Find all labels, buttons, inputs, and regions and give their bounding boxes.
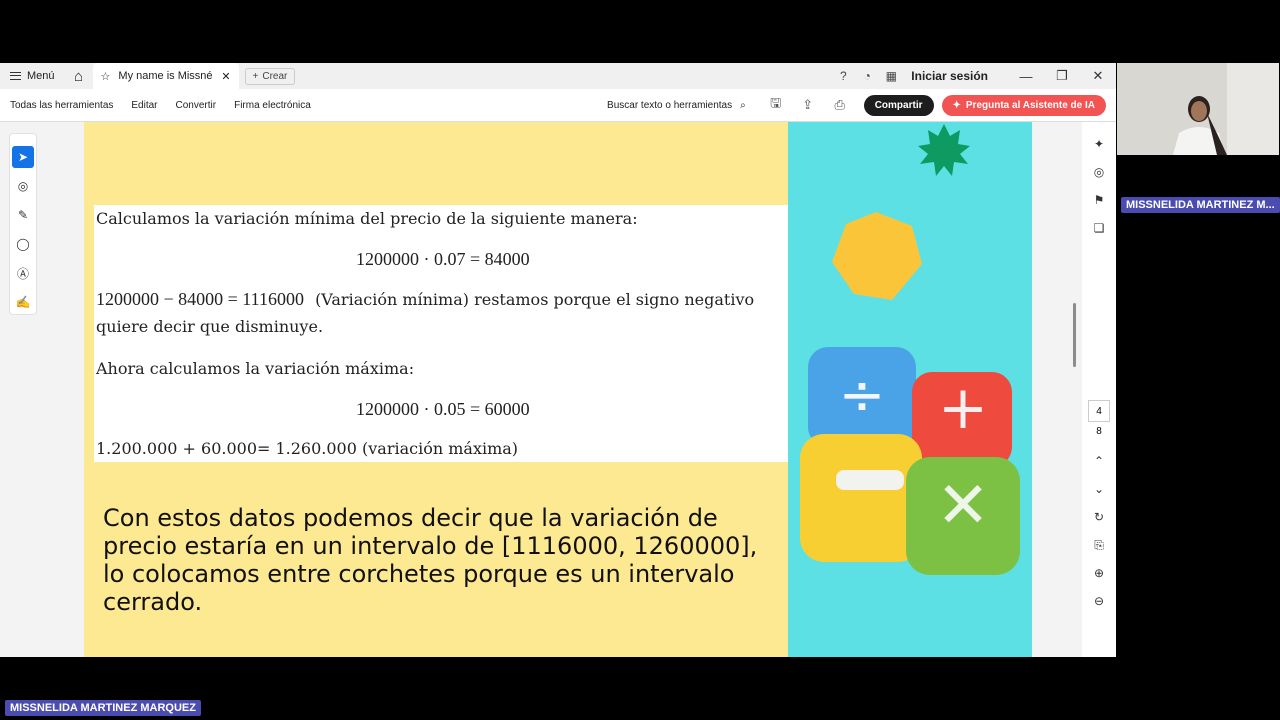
menu-label: Menú xyxy=(27,70,55,82)
minimize-icon[interactable]: — xyxy=(1008,69,1044,84)
right-tool-panel: ✦ ◎ ⚑ ❏ 4 8 ⌃ ⌄ ↻ ⎘ ⊕ ⊖ xyxy=(1082,122,1116,657)
zoom-out-icon[interactable]: ⊖ xyxy=(1087,589,1111,613)
green-starburst xyxy=(918,124,970,176)
minus-icon xyxy=(836,470,904,490)
print-icon[interactable]: ⎙ xyxy=(824,97,856,113)
plus-icon: + xyxy=(252,70,259,82)
search-icon: ⌕ xyxy=(740,99,746,111)
chevron-up-icon[interactable]: ⌃ xyxy=(1087,449,1111,473)
chevron-down-icon[interactable]: ⌄ xyxy=(1087,477,1111,501)
tool-convert[interactable]: Convertir xyxy=(166,100,217,111)
calculation-box: Calculamos la variación mínima del preci… xyxy=(94,205,788,462)
title-bar: Menú ⌂ ☆ My name is Missnélid... ✕ + Cre… xyxy=(0,63,1116,89)
menu-button[interactable]: Menú xyxy=(0,63,65,89)
search-label: Buscar texto o herramientas xyxy=(607,99,733,111)
bell-icon[interactable]: ◔ xyxy=(855,69,879,83)
ai-assistant-label: Pregunta al Asistente de IA xyxy=(965,99,1095,111)
upload-icon[interactable]: ⇪ xyxy=(792,97,824,113)
text-box-icon[interactable]: Ⓐ xyxy=(12,262,34,284)
math-decoration: ÷ + ✕ xyxy=(800,124,1020,575)
scrollbar-thumb[interactable] xyxy=(1073,303,1076,367)
equation-subtraction: 1200000 − 84000 = 1116000 xyxy=(96,289,304,309)
left-tool-panel: ➤ ◎ ✎ ◯ Ⓐ ✍ xyxy=(9,133,37,315)
yellow-hexagon xyxy=(832,212,922,300)
current-page-field[interactable]: 4 xyxy=(1088,400,1110,422)
save-icon[interactable]: 🖫 xyxy=(760,94,792,116)
lasso-icon[interactable]: ◯ xyxy=(12,233,34,255)
pdf-page: Calculamos la variación mínima del preci… xyxy=(84,122,1032,657)
camera-name-badge: MISSNELIDA MARTINEZ M... xyxy=(1121,197,1280,213)
participant-video xyxy=(1117,63,1279,155)
conclusion-text: Con estos datos podemos decir que la var… xyxy=(103,504,758,616)
signin-button[interactable]: Iniciar sesión xyxy=(911,69,988,83)
decorative-panel: ÷ + ✕ xyxy=(788,122,1032,657)
document-tab[interactable]: ☆ My name is Missnélid... ✕ xyxy=(92,63,239,89)
comment-icon[interactable]: ◎ xyxy=(12,175,34,197)
ai-icon: ✦ xyxy=(952,99,961,111)
restore-icon[interactable]: ❐ xyxy=(1044,68,1080,84)
tool-edit[interactable]: Editar xyxy=(121,100,157,111)
equation-min: 1200000 · 0.07 = 84000 xyxy=(356,249,530,269)
search-tools[interactable]: Buscar texto o herramientas ⌕ xyxy=(607,100,746,111)
select-cursor-icon[interactable]: ➤ xyxy=(12,146,34,168)
main-toolbar: Todas las herramientas Editar Convertir … xyxy=(0,89,1116,122)
yellow-minus-block xyxy=(800,434,922,562)
zoom-document-icon[interactable]: ⎘ xyxy=(1087,533,1111,557)
tab-title: My name is Missnélid... xyxy=(118,70,213,82)
close-tab-icon[interactable]: ✕ xyxy=(221,70,230,83)
ai-summary-icon[interactable]: ✦ xyxy=(1087,132,1111,156)
text-line-decrease: quiere decir que disminuye. xyxy=(96,317,324,336)
zoom-in-icon[interactable]: ⊕ xyxy=(1087,561,1111,585)
presenter-name-badge: MISSNELIDA MARTINEZ MARQUEZ xyxy=(5,700,201,716)
comments-icon[interactable]: ◎ xyxy=(1087,160,1111,184)
text-line-min-result: 1200000 − 84000 = 1116000 (Variación mín… xyxy=(96,289,754,310)
min-explanation: (Variación mínima) restamos porque el si… xyxy=(315,290,755,309)
pdf-viewer-window: Menú ⌂ ☆ My name is Missnélid... ✕ + Cre… xyxy=(0,63,1116,657)
tool-esign[interactable]: Firma electrónica xyxy=(224,100,311,111)
star-icon[interactable]: ☆ xyxy=(101,70,111,83)
bookmark-icon[interactable]: ⚑ xyxy=(1087,188,1111,212)
tool-all-tools[interactable]: Todas las herramientas xyxy=(0,100,113,111)
close-window-icon[interactable]: ✕ xyxy=(1080,68,1116,84)
pen-icon[interactable]: ✎ xyxy=(12,204,34,226)
ai-assistant-button[interactable]: ✦ Pregunta al Asistente de IA xyxy=(941,94,1106,116)
text-line-max-intro: Ahora calculamos la variación máxima: xyxy=(96,359,415,378)
plus-icon: + xyxy=(938,373,988,443)
pages-icon[interactable]: ❏ xyxy=(1087,216,1111,240)
text-line-max-result: 1.200.000 + 60.000= 1.260.000 (variación… xyxy=(96,439,519,458)
total-pages: 8 xyxy=(1096,426,1102,437)
participant-avatar xyxy=(1117,63,1279,155)
share-button[interactable]: Compartir xyxy=(863,94,934,116)
new-tab-button[interactable]: + Crear xyxy=(244,67,296,85)
divide-icon: ÷ xyxy=(839,363,886,428)
signature-icon[interactable]: ✍ xyxy=(12,291,34,313)
new-tab-label: Crear xyxy=(262,70,288,82)
help-icon[interactable]: ? xyxy=(831,69,855,83)
apps-grid-icon[interactable]: ▦ xyxy=(879,69,903,83)
home-icon[interactable]: ⌂ xyxy=(65,68,93,85)
times-icon: ✕ xyxy=(936,469,990,543)
equation-max: 1200000 · 0.05 = 60000 xyxy=(356,399,530,419)
hamburger-icon xyxy=(10,72,21,80)
text-line-min-intro: Calculamos la variación mínima del preci… xyxy=(96,209,638,228)
refresh-icon[interactable]: ↻ xyxy=(1087,505,1111,529)
